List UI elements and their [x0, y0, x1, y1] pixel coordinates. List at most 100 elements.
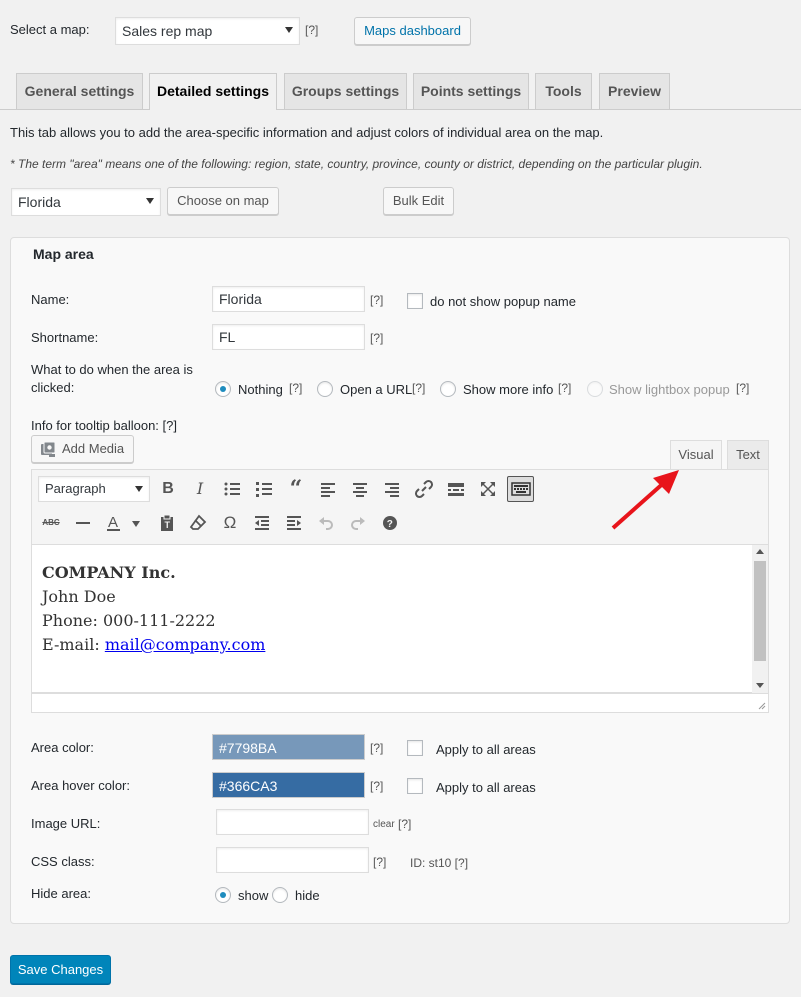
scroll-up-icon[interactable]	[756, 549, 764, 554]
resize-handle-icon[interactable]	[756, 700, 766, 710]
css-class-label: CSS class:	[31, 854, 95, 869]
outdent-icon[interactable]	[250, 511, 274, 535]
image-url-label: Image URL:	[31, 816, 101, 831]
tab-points-settings[interactable]: Points settings	[413, 73, 529, 109]
clear-formatting-icon[interactable]	[186, 511, 210, 535]
tab-tools[interactable]: Tools	[535, 73, 592, 109]
text-color-dropdown[interactable]	[128, 511, 144, 535]
tooltip-editor-content[interactable]: COMPANY Inc. John Doe Phone: 000-111-222…	[31, 545, 769, 693]
bold-icon[interactable]: B	[156, 477, 180, 501]
click-nothing-help[interactable]: [?]	[289, 381, 302, 395]
tooltip-label: Info for tooltip balloon: [?]	[31, 418, 177, 433]
shortname-input[interactable]: FL	[212, 324, 365, 350]
shortname-help[interactable]: [?]	[370, 331, 383, 345]
area-hover-color-label: Area hover color:	[31, 778, 130, 793]
editor-status-bar	[31, 693, 769, 713]
area-color-help[interactable]: [?]	[370, 741, 383, 755]
tab-preview[interactable]: Preview	[599, 73, 670, 109]
bulk-edit-button[interactable]: Bulk Edit	[383, 187, 454, 215]
undo-icon[interactable]	[314, 511, 338, 535]
click-action-label: What to do when the area is	[31, 362, 193, 377]
paste-text-icon[interactable]: T	[155, 511, 179, 535]
svg-text:T: T	[165, 520, 171, 530]
click-action-label-2: clicked:	[31, 380, 75, 395]
click-more-info-help[interactable]: [?]	[558, 381, 571, 395]
read-more-icon[interactable]	[444, 477, 468, 501]
media-icon	[41, 441, 56, 457]
content-email-link[interactable]: mail@company.com	[105, 635, 266, 654]
text-color-icon[interactable]: A	[102, 510, 126, 534]
tab-general-settings[interactable]: General settings	[16, 73, 143, 109]
no-popup-checkbox[interactable]	[407, 293, 423, 309]
editor-tab-text[interactable]: Text	[727, 440, 769, 469]
horizontal-line-icon[interactable]	[71, 511, 95, 535]
chevron-down-icon	[132, 521, 140, 527]
help-icon[interactable]: ?	[378, 511, 402, 535]
add-media-label: Add Media	[62, 441, 125, 456]
numbered-list-icon[interactable]	[252, 477, 276, 501]
area-term-note: * The term "area" means one of the follo…	[10, 157, 703, 171]
hide-area-show-radio[interactable]	[215, 887, 231, 903]
click-open-url-help[interactable]: [?]	[412, 381, 425, 395]
tab-divider	[0, 109, 801, 110]
align-center-icon[interactable]	[348, 477, 372, 501]
tab-detailed-settings[interactable]: Detailed settings	[149, 73, 277, 110]
hide-area-label: Hide area:	[31, 886, 91, 901]
bullet-list-icon[interactable]	[220, 477, 244, 501]
area-color-apply-all-checkbox[interactable]	[407, 740, 423, 756]
paragraph-format-value: Paragraph	[45, 481, 106, 496]
active-tab-gap	[150, 109, 276, 110]
italic-icon[interactable]: I	[188, 477, 212, 501]
map-select-help[interactable]: [?]	[305, 23, 318, 37]
indent-icon[interactable]	[282, 511, 306, 535]
area-hover-apply-all-checkbox[interactable]	[407, 778, 423, 794]
name-input[interactable]: Florida	[212, 286, 365, 312]
blockquote-icon[interactable]: “	[284, 477, 308, 501]
click-nothing-radio[interactable]	[215, 381, 231, 397]
svg-text:?: ?	[387, 519, 393, 530]
map-select[interactable]: Sales rep map	[115, 17, 300, 45]
map-area-legend: Map area	[28, 246, 99, 262]
area-hover-color-help[interactable]: [?]	[370, 779, 383, 793]
scroll-down-icon[interactable]	[756, 683, 764, 688]
special-character-icon[interactable]: Ω	[218, 511, 242, 535]
image-url-input[interactable]	[216, 809, 369, 835]
choose-on-map-button[interactable]: Choose on map	[167, 187, 279, 215]
area-color-input[interactable]: #7798BA	[212, 734, 365, 760]
align-left-icon[interactable]	[316, 477, 340, 501]
css-class-input[interactable]	[216, 847, 369, 873]
maps-dashboard-button[interactable]: Maps dashboard	[354, 17, 471, 45]
click-lightbox-radio	[587, 381, 603, 397]
save-changes-button[interactable]: Save Changes	[10, 955, 111, 984]
editor-scroll-thumb[interactable]	[754, 561, 766, 661]
align-right-icon[interactable]	[380, 477, 404, 501]
link-icon[interactable]	[412, 477, 436, 501]
annotation-arrow-icon	[611, 470, 679, 530]
click-open-url-radio[interactable]	[317, 381, 333, 397]
area-hover-color-input[interactable]: #366CA3	[212, 772, 365, 798]
editor-scrollbar[interactable]	[752, 545, 768, 693]
shortname-label: Shortname:	[31, 330, 99, 345]
content-person: John Doe	[42, 587, 116, 606]
toolbar-toggle-icon[interactable]	[507, 476, 534, 502]
no-popup-label: do not show popup name	[430, 294, 576, 309]
click-lightbox-help[interactable]: [?]	[736, 381, 749, 395]
css-class-help[interactable]: [?]	[373, 855, 386, 869]
hide-area-hide-label: hide	[295, 888, 320, 903]
redo-icon[interactable]	[346, 511, 370, 535]
content-company: COMPANY Inc.	[42, 563, 176, 582]
image-url-clear-link[interactable]: clear	[373, 819, 395, 830]
click-more-info-radio[interactable]	[440, 381, 456, 397]
click-lightbox-label: Show lightbox popup	[609, 382, 730, 397]
name-help[interactable]: [?]	[370, 293, 383, 307]
hide-area-hide-radio[interactable]	[272, 887, 288, 903]
add-media-button[interactable]: Add Media	[31, 435, 134, 463]
strikethrough-icon[interactable]: ABC	[39, 511, 63, 535]
fullscreen-icon[interactable]	[476, 477, 500, 501]
content-email-prefix: E-mail:	[42, 635, 105, 654]
content-email: E-mail: mail@company.com	[42, 635, 265, 654]
paragraph-format-select[interactable]: Paragraph	[38, 476, 150, 502]
tab-groups-settings[interactable]: Groups settings	[284, 73, 407, 109]
area-select[interactable]: Florida	[11, 188, 161, 216]
image-url-help[interactable]: [?]	[398, 817, 411, 831]
